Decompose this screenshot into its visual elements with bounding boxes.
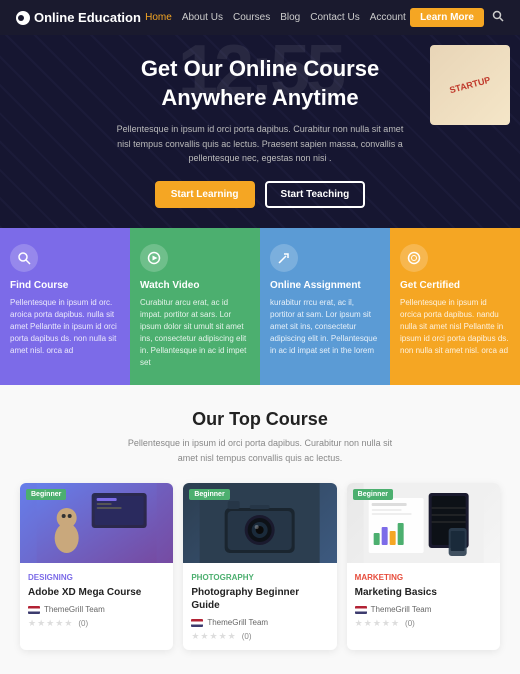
hero-subtitle: Pellentesque in ipsum id orci porta dapi… xyxy=(110,122,410,165)
features-section: Find Course Pellentesque in ipsum id orc… xyxy=(0,228,520,385)
feature-find-course: Find Course Pellentesque in ipsum id orc… xyxy=(0,228,130,385)
logo-icon xyxy=(16,11,30,25)
stars-2: ★ ★ ★ ★ ★ xyxy=(191,631,235,642)
search-icon[interactable] xyxy=(492,10,504,25)
nav-links: Home About Us Courses Blog Contact Us Ac… xyxy=(145,12,406,23)
course-name-3: Marketing Basics xyxy=(355,586,492,599)
stars-1: ★ ★ ★ ★ ★ xyxy=(28,618,72,629)
section-title: Our Top Course xyxy=(20,409,500,430)
course-rating-2: ★ ★ ★ ★ ★ (0) xyxy=(191,631,328,642)
course-badge-3: Beginner xyxy=(353,489,393,500)
find-course-icon xyxy=(10,244,38,272)
star-2-1: ★ xyxy=(191,631,199,642)
nav-about[interactable]: About Us xyxy=(182,12,223,23)
find-course-title: Find Course xyxy=(10,280,120,291)
star-1-5: ★ xyxy=(64,618,72,629)
feature-watch-video: Watch Video Curabitur arcu erat, ac id i… xyxy=(130,228,260,385)
assignment-icon xyxy=(270,244,298,272)
logo-text: Online Education xyxy=(34,10,141,25)
learn-more-button[interactable]: Learn More xyxy=(410,8,484,27)
star-2-5: ★ xyxy=(228,631,236,642)
watch-video-icon xyxy=(140,244,168,272)
assignment-title: Online Assignment xyxy=(270,280,380,291)
certified-text: Pellentesque in ipsum id orcica porta da… xyxy=(400,297,510,357)
nav-courses[interactable]: Courses xyxy=(233,12,270,23)
star-1-1: ★ xyxy=(28,618,36,629)
rating-count-1: (0) xyxy=(78,619,88,628)
course-name-2: Photography Beginner Guide xyxy=(191,586,328,612)
course-meta-3: ThemeGrill Team xyxy=(355,605,492,614)
course-rating-1: ★ ★ ★ ★ ★ (0) xyxy=(28,618,165,629)
nav-blog[interactable]: Blog xyxy=(280,12,300,23)
start-learning-button[interactable]: Start Learning xyxy=(155,181,255,208)
team-name-2: ThemeGrill Team xyxy=(207,618,268,627)
star-1-2: ★ xyxy=(37,618,45,629)
star-3-5: ★ xyxy=(391,618,399,629)
star-2-2: ★ xyxy=(200,631,208,642)
star-3-2: ★ xyxy=(364,618,372,629)
watch-video-title: Watch Video xyxy=(140,280,250,291)
course-category-2: PHOTOGRAPHY xyxy=(191,573,328,582)
course-name-1: Adobe XD Mega Course xyxy=(28,586,165,599)
star-3-3: ★ xyxy=(373,618,381,629)
star-2-3: ★ xyxy=(209,631,217,642)
course-body-1: DESIGNING Adobe XD Mega Course ThemeGril… xyxy=(20,563,173,637)
hero-buttons: Start Learning Start Teaching xyxy=(110,181,410,208)
team-flag-1 xyxy=(28,606,40,614)
team-name-3: ThemeGrill Team xyxy=(371,605,432,614)
course-card-2[interactable]: Beginner PHOTOGRAPHY Photography Beginne… xyxy=(183,483,336,650)
nav-home[interactable]: Home xyxy=(145,12,172,23)
star-1-3: ★ xyxy=(46,618,54,629)
find-course-text: Pellentesque in ipsum id orc. aroica por… xyxy=(10,297,120,357)
star-2-4: ★ xyxy=(219,631,227,642)
course-thumb-1: Beginner xyxy=(20,483,173,563)
certified-title: Get Certified xyxy=(400,280,510,291)
watch-video-text: Curabitur arcu erat, ac id impat. portit… xyxy=(140,297,250,369)
course-meta-1: ThemeGrill Team xyxy=(28,605,165,614)
course-badge-1: Beginner xyxy=(26,489,66,500)
rating-count-3: (0) xyxy=(405,619,415,628)
course-category-3: MARKETING xyxy=(355,573,492,582)
nav-right: Learn More xyxy=(410,8,504,27)
course-badge-2: Beginner xyxy=(189,489,229,500)
course-cards: Beginner DESIGNING Adobe XD Mega Course … xyxy=(20,483,500,650)
nav-account[interactable]: Account xyxy=(370,12,406,23)
assignment-text: kurabitur rrcu erat, ac il, portitor at … xyxy=(270,297,380,357)
course-rating-3: ★ ★ ★ ★ ★ (0) xyxy=(355,618,492,629)
star-3-1: ★ xyxy=(355,618,363,629)
course-meta-2: ThemeGrill Team xyxy=(191,618,328,627)
section-subtitle: Pellentesque in ipsum id orci porta dapi… xyxy=(120,436,400,465)
navbar: Online Education Home About Us Courses B… xyxy=(0,0,520,35)
course-thumb-2: Beginner xyxy=(183,483,336,563)
team-flag-3 xyxy=(355,606,367,614)
top-course-section: Our Top Course Pellentesque in ipsum id … xyxy=(0,385,520,674)
start-teaching-button[interactable]: Start Teaching xyxy=(265,181,366,208)
course-body-2: PHOTOGRAPHY Photography Beginner Guide T… xyxy=(183,563,336,650)
team-name-1: ThemeGrill Team xyxy=(44,605,105,614)
rating-count-2: (0) xyxy=(242,632,252,641)
feature-get-certified: Get Certified Pellentesque in ipsum id o… xyxy=(390,228,520,385)
hero-title: Get Our Online CourseAnywhere Anytime xyxy=(110,55,410,112)
course-thumb-3: Beginner xyxy=(347,483,500,563)
course-category-1: DESIGNING xyxy=(28,573,165,582)
star-3-4: ★ xyxy=(382,618,390,629)
hero-content: Get Our Online CourseAnywhere Anytime Pe… xyxy=(70,35,450,228)
nav-contact[interactable]: Contact Us xyxy=(310,12,359,23)
team-flag-2 xyxy=(191,619,203,627)
course-body-3: MARKETING Marketing Basics ThemeGrill Te… xyxy=(347,563,500,637)
course-card-1[interactable]: Beginner DESIGNING Adobe XD Mega Course … xyxy=(20,483,173,650)
course-card-3[interactable]: Beginner MARKETING Marketing Basics Them… xyxy=(347,483,500,650)
logo: Online Education xyxy=(16,10,141,25)
star-1-4: ★ xyxy=(55,618,63,629)
stars-3: ★ ★ ★ ★ ★ xyxy=(355,618,399,629)
hero-section: 12:55 Get Our Online CourseAnywhere Anyt… xyxy=(0,35,520,228)
feature-online-assignment: Online Assignment kurabitur rrcu erat, a… xyxy=(260,228,390,385)
certified-icon xyxy=(400,244,428,272)
